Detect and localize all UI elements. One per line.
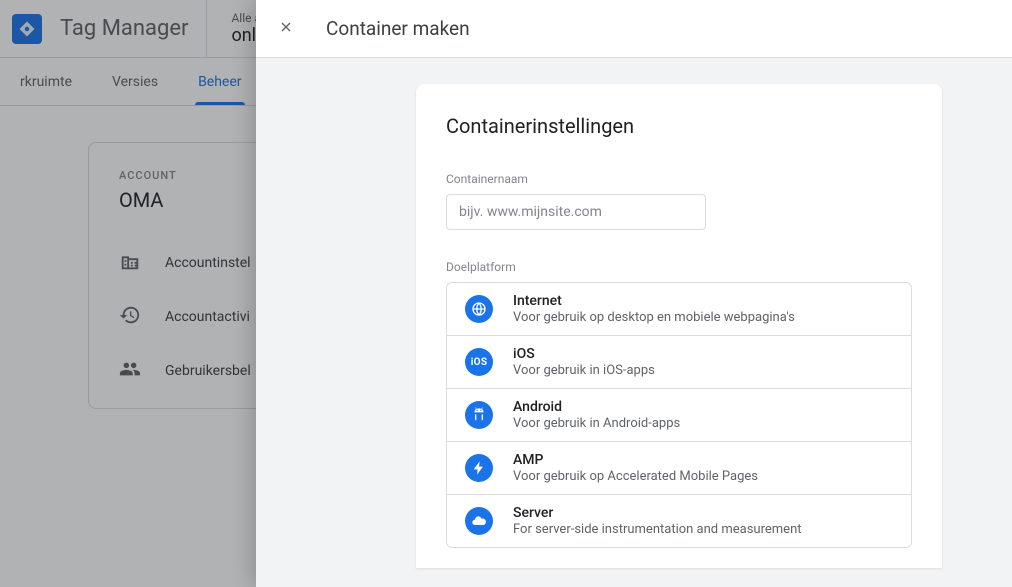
modal-title: Container maken [326,17,470,40]
platform-label: Doelplatform [446,260,912,274]
platform-option-android[interactable]: Android Voor gebruik in Android-apps [447,388,911,441]
settings-card: Containerinstellingen Containernaam Doel… [416,84,942,568]
option-title: Server [513,505,802,521]
option-title: Android [513,399,680,415]
container-name-input[interactable] [446,194,706,230]
option-desc: Voor gebruik op desktop en mobiele webpa… [513,310,795,325]
option-desc: For server-side instrumentation and meas… [513,522,802,537]
platform-list: Internet Voor gebruik op desktop en mobi… [446,282,912,548]
option-title: AMP [513,452,758,468]
option-desc: Voor gebruik op Accelerated Mobile Pages [513,469,758,484]
modal-header: Container maken [256,0,1012,58]
android-icon [465,401,493,429]
cloud-icon [465,507,493,535]
close-icon [278,19,294,39]
option-desc: Voor gebruik in Android-apps [513,416,680,431]
container-name-label: Containernaam [446,172,912,186]
option-title: Internet [513,293,795,309]
create-container-modal: Container maken Containerinstellingen Co… [256,0,1012,587]
option-title: iOS [513,346,655,362]
card-title: Containerinstellingen [446,114,912,138]
platform-option-web[interactable]: Internet Voor gebruik op desktop en mobi… [447,283,911,335]
amp-icon [465,454,493,482]
platform-option-amp[interactable]: AMP Voor gebruik op Accelerated Mobile P… [447,441,911,494]
ios-icon: iOS [465,348,493,376]
platform-option-ios[interactable]: iOS iOS Voor gebruik in iOS-apps [447,335,911,388]
option-desc: Voor gebruik in iOS-apps [513,363,655,378]
globe-icon [465,295,493,323]
close-button[interactable] [270,13,302,45]
platform-option-server[interactable]: Server For server-side instrumentation a… [447,494,911,547]
